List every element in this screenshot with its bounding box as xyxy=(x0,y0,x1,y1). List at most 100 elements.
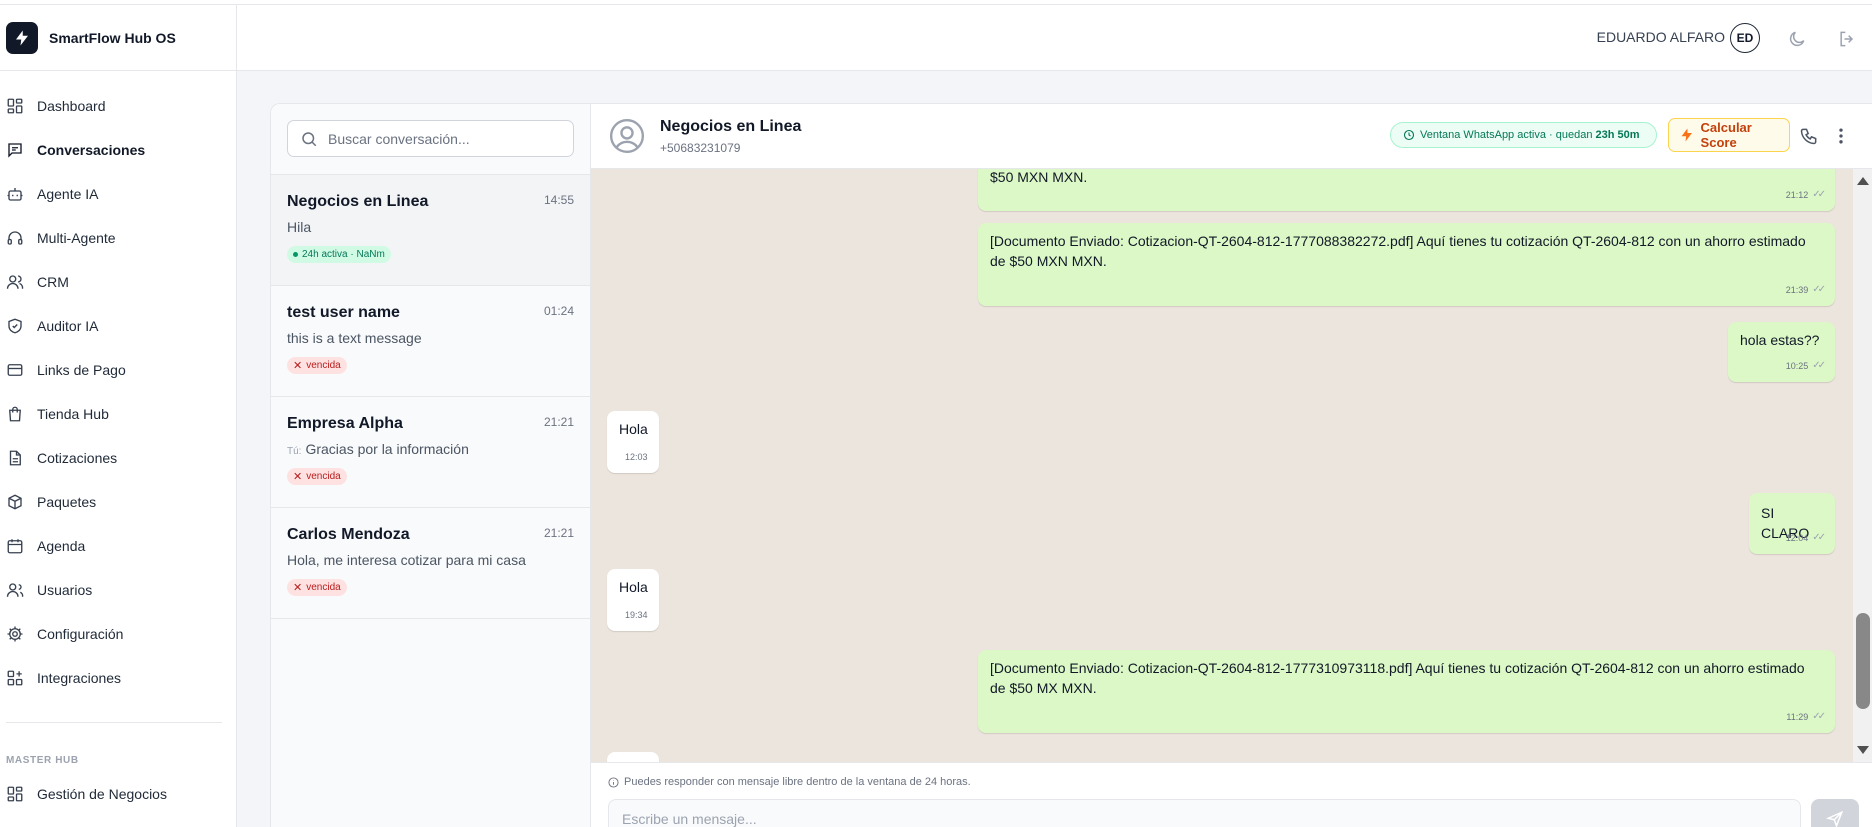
sidebar-item-tienda-hub[interactable]: Tienda Hub xyxy=(0,392,236,436)
score-button-label: Calcular Score xyxy=(1700,120,1752,150)
message-text: $50 MXN MXN. xyxy=(990,169,1088,185)
message-meta: 10:25 ✓✓ xyxy=(1786,356,1826,376)
sidebar-item-crm[interactable]: CRM xyxy=(0,260,236,304)
message-meta: 12:04 ✓✓ xyxy=(1785,528,1826,548)
message-meta: 21:39 ✓✓ xyxy=(1785,280,1826,300)
message-area[interactable]: $50 MXN MXN. 21:12 ✓✓ [Documento Enviado:… xyxy=(591,169,1872,762)
info-icon xyxy=(608,776,619,788)
sidebar-item-label: Conversaciones xyxy=(37,142,146,158)
message-text: Hola xyxy=(619,421,648,437)
sidebar-item-agenda[interactable]: Agenda xyxy=(0,524,236,568)
search-input[interactable] xyxy=(328,130,558,147)
conversation-preview: Hila xyxy=(287,219,574,235)
scroll-down-arrow-icon[interactable] xyxy=(1857,746,1869,754)
x-icon: ✕ xyxy=(293,471,303,483)
message-time: 12:04 xyxy=(1785,533,1809,543)
calendar-icon xyxy=(7,539,23,554)
chat-panel: Negocios en Linea +50683231079 Ventana W… xyxy=(591,104,1872,827)
conversation-item[interactable]: Carlos Mendoza 21:21 Hola, me interesa c… xyxy=(271,508,590,619)
sidebar-item-label: Configuración xyxy=(37,626,124,642)
message-meta: 21:12 ✓✓ xyxy=(1786,185,1826,205)
sidebar-item-label: Integraciones xyxy=(37,670,122,686)
chat-contact-phone: +50683231079 xyxy=(660,141,741,155)
sidebar-item-configuracion[interactable]: Configuración xyxy=(0,612,236,656)
user-name: EDUARDO ALFARO xyxy=(1596,29,1725,45)
bolt-logo-icon xyxy=(6,21,38,54)
message-time: 19:34 xyxy=(625,610,648,620)
message-bubble-incoming-partial xyxy=(607,752,659,762)
sidebar-divider xyxy=(6,722,222,723)
moon-icon[interactable] xyxy=(1787,29,1807,49)
sidebar-item-label: Gestión de Negocios xyxy=(37,786,167,802)
search-icon xyxy=(302,131,317,146)
sidebar-item-integraciones[interactable]: Integraciones xyxy=(0,656,236,700)
sidebar-item-label: Cotizaciones xyxy=(37,450,118,466)
preview-text: Hila xyxy=(287,219,312,235)
credit-card-icon xyxy=(7,364,23,376)
double-check-icon: ✓✓ xyxy=(1812,360,1826,371)
avatar[interactable]: ED xyxy=(1730,23,1760,53)
message-scrollbar[interactable] xyxy=(1853,169,1872,762)
conversation-item[interactable]: Empresa Alpha 21:21 Tú: Gracias por la in… xyxy=(271,397,590,508)
scroll-up-arrow-icon[interactable] xyxy=(1857,177,1869,185)
status-badge: ✕ vencida xyxy=(287,357,347,374)
search-box[interactable] xyxy=(287,120,574,157)
calculate-score-button[interactable]: Calcular Score xyxy=(1668,118,1790,152)
app-name: SmartFlow Hub OS xyxy=(49,29,176,46)
conversations-card: Negocios en Linea 14:55 Hila 24h activa … xyxy=(270,103,1872,827)
message-text: [Documento Enviado: Cotizacion-QT-2604-8… xyxy=(990,233,1806,269)
message-meta: 12:03 xyxy=(625,447,648,467)
badge-label: vencida xyxy=(306,582,341,593)
window-status-text: Ventana WhatsApp activa · quedan xyxy=(1420,129,1593,141)
message-time: 11:29 xyxy=(1786,712,1809,722)
message-bubble-outgoing: [Documento Enviado: Cotizacion-QT-2604-8… xyxy=(978,650,1835,733)
sidebar-item-label: Multi-Agente xyxy=(37,230,116,246)
logout-icon[interactable] xyxy=(1837,29,1857,49)
sidebar-item-conversaciones[interactable]: Conversaciones xyxy=(0,128,236,172)
conversation-item[interactable]: Negocios en Linea 14:55 Hila 24h activa … xyxy=(271,175,590,286)
sidebar-item-gestion-de-negocios[interactable]: Gestión de Negocios xyxy=(0,772,236,816)
x-icon: ✕ xyxy=(293,582,303,594)
sidebar-item-multi-agente[interactable]: Multi-Agente xyxy=(0,216,236,260)
status-dot-icon xyxy=(293,252,298,257)
sidebar-item-usuarios[interactable]: Usuarios xyxy=(0,568,236,612)
badge-label: vencida xyxy=(306,360,341,371)
sidebar-item-auditor-ia[interactable]: Auditor IA xyxy=(0,304,236,348)
send-button[interactable] xyxy=(1811,799,1859,827)
sidebar-item-cotizaciones[interactable]: Cotizaciones xyxy=(0,436,236,480)
sidebar-item-label: Dashboard xyxy=(37,98,106,114)
sidebar-item-label: Auditor IA xyxy=(37,318,99,334)
phone-icon[interactable] xyxy=(1799,126,1819,146)
users-icon xyxy=(6,275,24,289)
sidebar-item-agente-ia[interactable]: Agente IA xyxy=(0,172,236,216)
message-input[interactable] xyxy=(608,799,1801,827)
sidebar-item-label: Agenda xyxy=(37,538,86,554)
conversation-item[interactable]: test user name 01:24 this is a text mess… xyxy=(271,286,590,397)
message-bubble-incoming: Hola 19:34 xyxy=(607,569,659,631)
chat-contact-name: Negocios en Linea xyxy=(660,118,802,135)
message-bubble-outgoing: hola estas?? 10:25 ✓✓ xyxy=(1728,322,1835,382)
sidebar: SmartFlow Hub OS Dashboard Conversacione… xyxy=(0,5,237,827)
conversation-time: 01:24 xyxy=(543,304,574,318)
grid-icon xyxy=(7,786,23,802)
sidebar-item-links-de-pago[interactable]: Links de Pago xyxy=(0,348,236,392)
double-check-icon: ✓✓ xyxy=(1812,189,1826,200)
scrollbar-thumb[interactable] xyxy=(1856,613,1870,709)
message-bubble-outgoing: SI CLARO 12:04 ✓✓ xyxy=(1749,493,1835,554)
puzzle-icon xyxy=(7,670,23,686)
message-time: 12:03 xyxy=(625,452,648,462)
conversation-preview: Hola, me interesa cotizar para mi casa xyxy=(287,552,574,568)
message-meta: 11:29 ✓✓ xyxy=(1786,707,1826,727)
more-vertical-icon[interactable] xyxy=(1831,126,1851,146)
user-icon xyxy=(6,583,24,597)
sidebar-item-dashboard[interactable]: Dashboard xyxy=(0,84,236,128)
clock-icon xyxy=(1403,129,1415,141)
search-area xyxy=(271,104,590,175)
message-composer: Puedes responder con mensaje libre dentr… xyxy=(591,762,1872,827)
gear-icon xyxy=(7,626,23,642)
sidebar-item-label: Agente IA xyxy=(37,186,99,202)
sidebar-item-paquetes[interactable]: Paquetes xyxy=(0,480,236,524)
conversation-time: 14:55 xyxy=(543,193,574,207)
message-time: 21:39 xyxy=(1785,285,1809,295)
brand[interactable]: SmartFlow Hub OS xyxy=(0,5,236,71)
